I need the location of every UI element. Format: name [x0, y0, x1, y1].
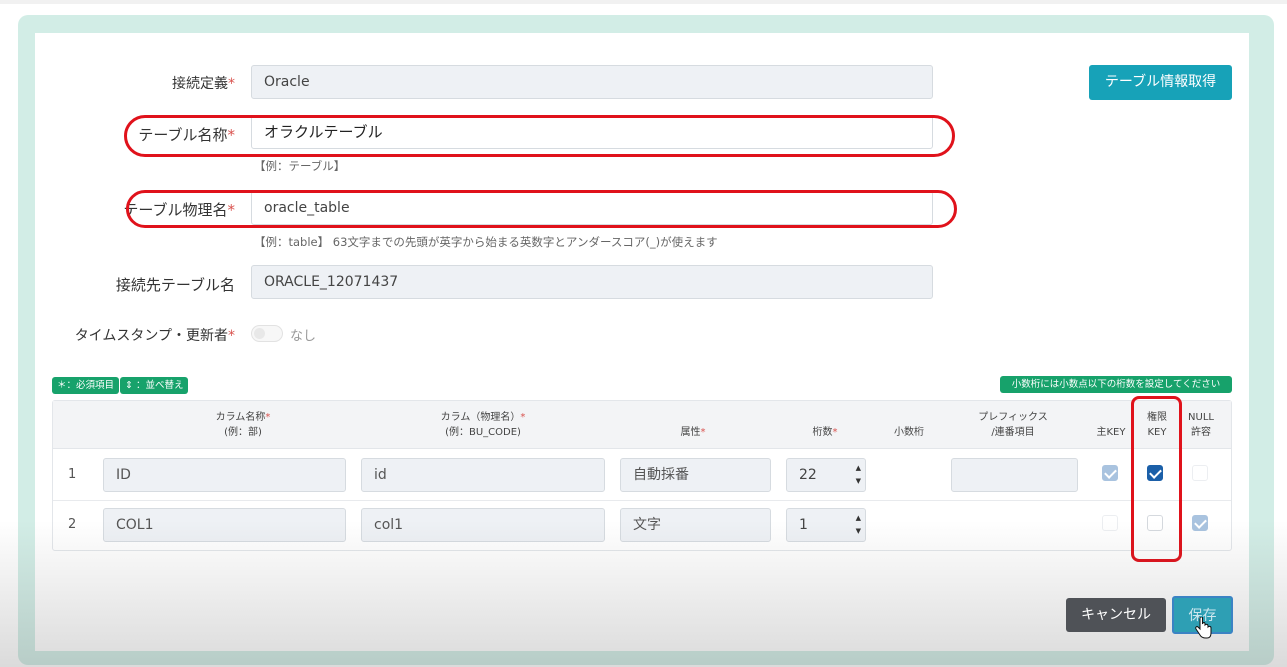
- connection-label: 接続定義*: [172, 76, 235, 92]
- physical-name-input[interactable]: oracle_table: [251, 191, 933, 225]
- row-number: 2: [68, 517, 77, 532]
- table-name-hint: 【例：テーブル】: [254, 159, 346, 173]
- sort-legend-badge: ⇕ ：並べ替え: [120, 377, 189, 394]
- digits-stepper[interactable]: 1 ▲ ▼: [786, 508, 866, 542]
- destination-table-field: ORACLE_12071437: [251, 265, 933, 299]
- hand-cursor-icon: [1195, 617, 1212, 639]
- fetch-table-info-button[interactable]: テーブル情報取得: [1089, 65, 1232, 100]
- primary-key-checkbox[interactable]: [1102, 515, 1118, 531]
- column-name-input[interactable]: COL1: [103, 508, 346, 542]
- table-name-label: テーブル名称*: [138, 126, 235, 144]
- row-divider: [53, 500, 1231, 501]
- physical-name-label: テーブル物理名*: [123, 201, 235, 219]
- required-legend-badge: ＊：必須項目: [52, 377, 120, 394]
- column-physical-input[interactable]: col1: [361, 508, 605, 542]
- column-physical-input[interactable]: id: [361, 458, 605, 492]
- table-header: カラム名称* (例：部) カラム（物理名）* (例：BU_CODE) 属性* 桁数*…: [53, 401, 1231, 449]
- primary-key-checkbox[interactable]: [1102, 465, 1118, 481]
- header-column-name: カラム名称* (例：部): [215, 412, 271, 438]
- header-decimal: 小数桁: [894, 427, 924, 438]
- connection-field: Oracle: [251, 65, 933, 99]
- header-auth-key: 権限 KEY: [1147, 412, 1167, 438]
- cancel-button[interactable]: キャンセル: [1066, 598, 1166, 632]
- null-allowed-checkbox[interactable]: [1192, 465, 1208, 481]
- header-digits: 桁数*: [812, 427, 838, 438]
- row-number: 1: [68, 467, 77, 482]
- column-table: カラム名称* (例：部) カラム（物理名）* (例：BU_CODE) 属性* 桁数*…: [52, 400, 1232, 551]
- column-name-input[interactable]: ID: [103, 458, 346, 492]
- auth-key-checkbox[interactable]: [1147, 515, 1163, 531]
- attribute-select[interactable]: 文字: [620, 508, 771, 542]
- table-name-input[interactable]: オラクルテーブル: [251, 115, 933, 149]
- top-bar: [0, 0, 1287, 4]
- header-primary-key: 主KEY: [1096, 427, 1126, 438]
- header-column-physical: カラム（物理名）* (例：BU_CODE): [440, 412, 526, 438]
- attribute-select[interactable]: 自動採番: [620, 458, 771, 492]
- timestamp-label: タイムスタンプ・更新者*: [74, 328, 235, 344]
- null-allowed-checkbox[interactable]: [1192, 515, 1208, 531]
- auth-key-checkbox[interactable]: [1147, 465, 1163, 481]
- header-null-allowed: NULL 許容: [1188, 412, 1214, 438]
- digits-stepper[interactable]: 22 ▲ ▼: [786, 458, 866, 492]
- stepper-arrows-icon[interactable]: ▲ ▼: [856, 462, 861, 488]
- header-attribute: 属性*: [680, 427, 706, 438]
- destination-table-label: 接続先テーブル名: [115, 276, 235, 294]
- header-prefix: プレフィックス/連番項目: [978, 412, 1048, 438]
- prefix-input[interactable]: [951, 458, 1078, 492]
- physical-name-hint: 【例：table】 63文字までの先頭が英字から始まる英数字とアンダースコア(_…: [254, 235, 718, 249]
- timestamp-toggle-text: なし: [290, 329, 317, 344]
- timestamp-toggle[interactable]: [251, 325, 283, 342]
- stepper-arrows-icon[interactable]: ▲ ▼: [856, 512, 861, 538]
- decimal-note-badge: 小数桁には小数点以下の桁数を設定してください: [1000, 376, 1232, 393]
